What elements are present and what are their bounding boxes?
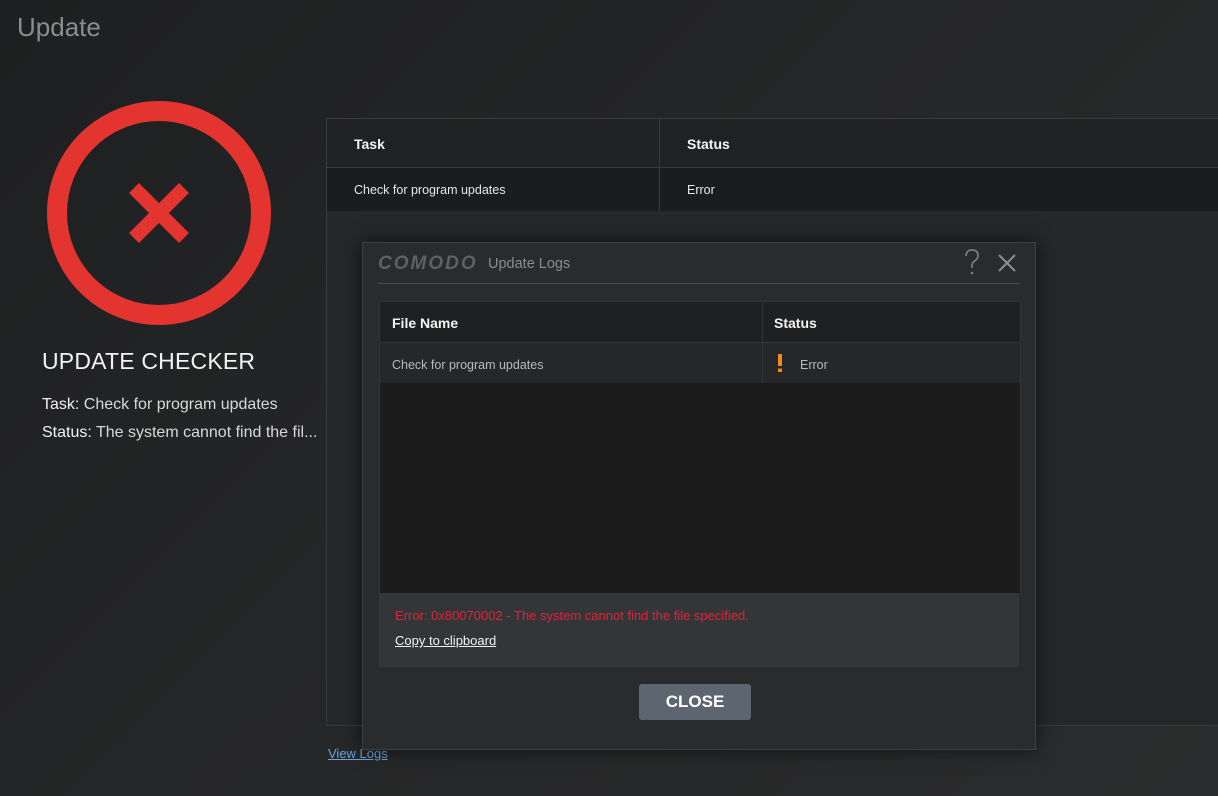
title-separator: [378, 283, 1020, 284]
error-x-icon: [47, 101, 271, 325]
column-divider: [762, 302, 763, 383]
column-header-task[interactable]: Task: [354, 136, 385, 152]
task-value: Check for program updates: [83, 396, 278, 413]
column-header-status[interactable]: Status: [774, 315, 817, 331]
page-title: Update: [17, 12, 101, 42]
column-header-status[interactable]: Status: [687, 136, 730, 152]
dialog-title: Update Logs: [488, 256, 571, 272]
update-checker-title: UPDATE CHECKER: [42, 348, 256, 374]
warning-icon: [778, 354, 782, 372]
update-logs-dialog: COMODO Update Logs File Name Status Chec…: [362, 242, 1036, 750]
question-mark-icon[interactable]: [961, 247, 983, 277]
error-message-area: Error: 0x80070002 - The system cannot fi…: [379, 593, 1019, 667]
status-info: Status: The system cannot find the fil..…: [42, 424, 317, 442]
table-row[interactable]: Check for program updates Error: [327, 168, 1218, 211]
log-table: File Name Status Check for program updat…: [379, 301, 1021, 595]
column-divider: [659, 119, 660, 211]
task-info: Task: Check for program updates: [42, 396, 278, 414]
file-name-cell: Check for program updates: [392, 358, 544, 372]
column-header-file-name[interactable]: File Name: [392, 315, 458, 331]
comodo-logo: COMODO: [378, 253, 478, 274]
table-row[interactable]: Check for program updates Error: [380, 343, 1020, 383]
status-label: Status:: [42, 424, 92, 441]
task-label: Task:: [42, 396, 80, 413]
task-cell: Check for program updates: [354, 183, 506, 197]
copy-to-clipboard-link[interactable]: Copy to clipboard: [395, 633, 496, 648]
task-table-header: Task Status: [327, 119, 1218, 168]
status-value: The system cannot find the fil...: [95, 424, 318, 441]
status-cell: Error: [687, 183, 715, 197]
error-message: Error: 0x80070002 - The system cannot fi…: [395, 608, 749, 623]
log-table-header: File Name Status: [380, 302, 1020, 343]
status-cell: Error: [800, 358, 828, 372]
update-window: Update UPDATE CHECKER Task: Check for pr…: [0, 0, 1218, 796]
close-icon[interactable]: [996, 252, 1018, 274]
close-button[interactable]: CLOSE: [639, 684, 751, 720]
